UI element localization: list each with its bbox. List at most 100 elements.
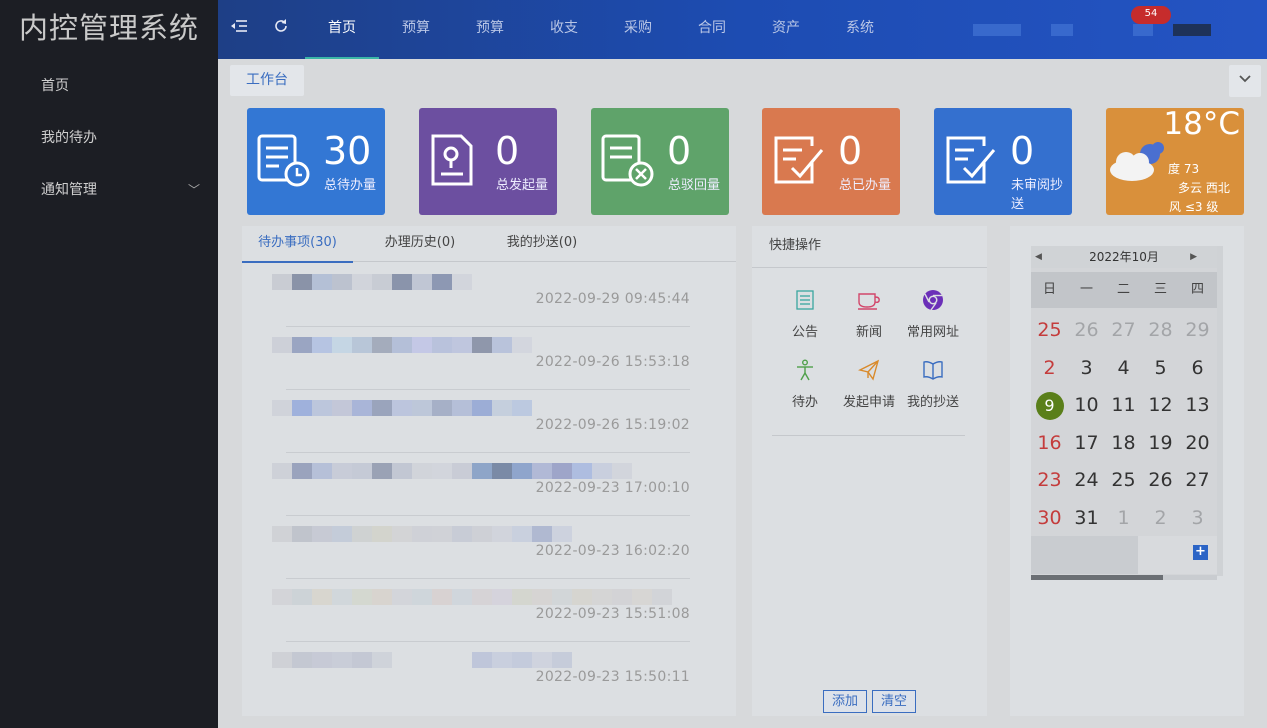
nav-tab-budget[interactable]: 预算 <box>379 0 453 59</box>
weather-humidity: 度 73 <box>1168 162 1200 176</box>
calendar-day[interactable]: 25 <box>1105 462 1142 499</box>
sidebar-item-my-todo[interactable]: 我的待办 <box>0 114 218 166</box>
nav-tab-home[interactable]: 首页 <box>305 0 379 59</box>
calendar-day[interactable]: 18 <box>1105 425 1142 462</box>
stat-value: 0 <box>1010 129 1035 173</box>
calendar-day[interactable]: 16 <box>1031 425 1068 462</box>
tag-bar: 工作台 <box>218 59 1267 99</box>
quick-item-common-urls[interactable]: 常用网址 <box>898 289 968 340</box>
tab-todo-items[interactable]: 待办事项(30) <box>242 226 353 263</box>
quick-item-todo[interactable]: 待办 <box>770 359 840 410</box>
todo-row[interactable]: 2022-09-23 15:50:11 <box>272 642 690 705</box>
paper-plane-icon <box>834 359 904 383</box>
tab-history[interactable]: 办理历史(0) <box>372 226 468 262</box>
quick-item-label: 待办 <box>791 395 818 410</box>
calendar-day[interactable]: 13 <box>1179 387 1216 424</box>
calendar-day[interactable]: 1 <box>1105 500 1142 537</box>
calendar-day[interactable]: 24 <box>1068 462 1105 499</box>
scrollbar-thumb[interactable] <box>1031 575 1163 580</box>
calendar-day[interactable]: 11 <box>1105 387 1142 424</box>
stat-card-total-rejected[interactable]: 0 总驳回量 <box>591 108 729 215</box>
calendar-day[interactable]: 2 <box>1031 350 1068 387</box>
clear-button[interactable]: 清空 <box>872 690 916 713</box>
todo-row[interactable]: 2022-09-26 15:19:02 <box>272 390 690 453</box>
calendar-day[interactable]: 20 <box>1179 425 1216 462</box>
todo-row[interactable]: 2022-09-23 15:51:08 <box>272 579 690 642</box>
calendar-day[interactable]: 23 <box>1031 462 1068 499</box>
refresh-icon[interactable] <box>273 18 289 39</box>
sidebar-item-label: 通知管理 <box>41 182 97 198</box>
calendar-day[interactable]: 30 <box>1031 500 1068 537</box>
user-avatar[interactable] <box>1173 24 1211 36</box>
calendar-day[interactable]: 25 <box>1031 312 1068 349</box>
calendar-day[interactable]: 27 <box>1179 462 1216 499</box>
stat-value: 0 <box>667 129 692 173</box>
quick-item-label: 发起申请 <box>842 395 895 410</box>
document-location-icon <box>429 132 485 188</box>
stat-card-total-initiated[interactable]: 0 总发起量 <box>419 108 557 215</box>
add-button[interactable]: 添加 <box>823 690 867 713</box>
calendar-day[interactable]: 5 <box>1142 350 1179 387</box>
weekday-label: 日 <box>1042 282 1056 297</box>
calendar-day[interactable]: 4 <box>1105 350 1142 387</box>
next-month-icon[interactable]: ▶ <box>1190 246 1197 268</box>
quick-item-announcement[interactable]: 公告 <box>770 289 840 340</box>
plus-icon[interactable]: + <box>1193 545 1208 560</box>
calendar-day[interactable]: 26 <box>1068 312 1105 349</box>
scrollbar-horizontal[interactable] <box>1031 575 1217 580</box>
sidebar-item-home[interactable]: 首页 <box>0 62 218 114</box>
sidebar-item-notice-management[interactable]: 通知管理 ﹀ <box>0 166 218 218</box>
todo-row[interactable]: 2022-09-23 16:02:20 <box>272 516 690 579</box>
quick-item-news[interactable]: 新闻 <box>834 289 904 340</box>
nav-tab-system[interactable]: 系统 <box>823 0 897 59</box>
nav-tab-assets[interactable]: 资产 <box>749 0 823 59</box>
calendar-day[interactable]: 2 <box>1142 500 1179 537</box>
todo-row[interactable]: 2022-09-23 17:00:10 <box>272 453 690 516</box>
calendar-day[interactable]: 17 <box>1068 425 1105 462</box>
weekday-label: 四 <box>1190 282 1204 297</box>
weather-wind: 风 ≤3 级 <box>1169 200 1219 214</box>
chevron-down-icon[interactable] <box>1229 65 1261 97</box>
stat-card-unreviewed-cc[interactable]: 0 未审阅抄送 <box>934 108 1072 215</box>
stat-label: 总已办量 <box>839 178 892 193</box>
calendar-panel: ◀ 2022年10月 ▶ 日 一 二 三 四 25 26 27 28 29 2 3 4 5 6 9 1… <box>1010 226 1244 716</box>
todo-row[interactable]: 2022-09-29 09:45:44 <box>272 264 690 327</box>
top-nav-bar: 首页 预算 预算 收支 采购 合同 资产 系统 54 <box>218 0 1267 59</box>
calendar-day[interactable]: 19 <box>1142 425 1179 462</box>
calendar-day[interactable]: 3 <box>1068 350 1105 387</box>
calendar-day[interactable]: 29 <box>1179 312 1216 349</box>
stat-value: 0 <box>838 129 863 173</box>
quick-item-start-application[interactable]: 发起申请 <box>834 359 904 410</box>
calendar-day[interactable]: 31 <box>1068 500 1105 537</box>
calendar-day[interactable]: 3 <box>1179 500 1216 537</box>
redacted-title <box>272 589 672 605</box>
weekday-label: 二 <box>1116 282 1130 297</box>
tab-my-cc[interactable]: 我的抄送(0) <box>494 226 590 262</box>
tab-workbench[interactable]: 工作台 <box>230 65 304 96</box>
scrollbar-vertical[interactable] <box>1217 246 1223 576</box>
todo-row[interactable]: 2022-09-26 15:53:18 <box>272 327 690 390</box>
calendar-day-today[interactable]: 9 <box>1031 387 1068 424</box>
quick-item-my-cc[interactable]: 我的抄送 <box>898 359 968 410</box>
stat-card-total-done[interactable]: 0 总已办量 <box>762 108 900 215</box>
menu-collapse-icon[interactable] <box>231 18 247 38</box>
nav-tab-budget-2[interactable]: 预算 <box>453 0 527 59</box>
quick-item-label: 我的抄送 <box>906 395 959 410</box>
stat-card-total-todo[interactable]: 30 总待办量 <box>247 108 385 215</box>
stat-label: 总发起量 <box>496 178 549 193</box>
redacted-title <box>272 400 532 416</box>
prev-month-icon[interactable]: ◀ <box>1035 246 1042 268</box>
redacted-title <box>272 526 572 542</box>
calendar-day[interactable]: 12 <box>1142 387 1179 424</box>
nav-tab-income-expense[interactable]: 收支 <box>527 0 601 59</box>
nav-tab-procurement[interactable]: 采购 <box>601 0 675 59</box>
quick-item-label: 常用网址 <box>906 325 959 340</box>
calendar-day[interactable]: 27 <box>1105 312 1142 349</box>
calendar-day[interactable]: 6 <box>1179 350 1216 387</box>
notification-badge[interactable]: 54 <box>1131 6 1171 24</box>
nav-tab-contract[interactable]: 合同 <box>675 0 749 59</box>
redacted-title <box>272 463 632 479</box>
calendar-day[interactable]: 26 <box>1142 462 1179 499</box>
calendar-day[interactable]: 10 <box>1068 387 1105 424</box>
calendar-day[interactable]: 28 <box>1142 312 1179 349</box>
